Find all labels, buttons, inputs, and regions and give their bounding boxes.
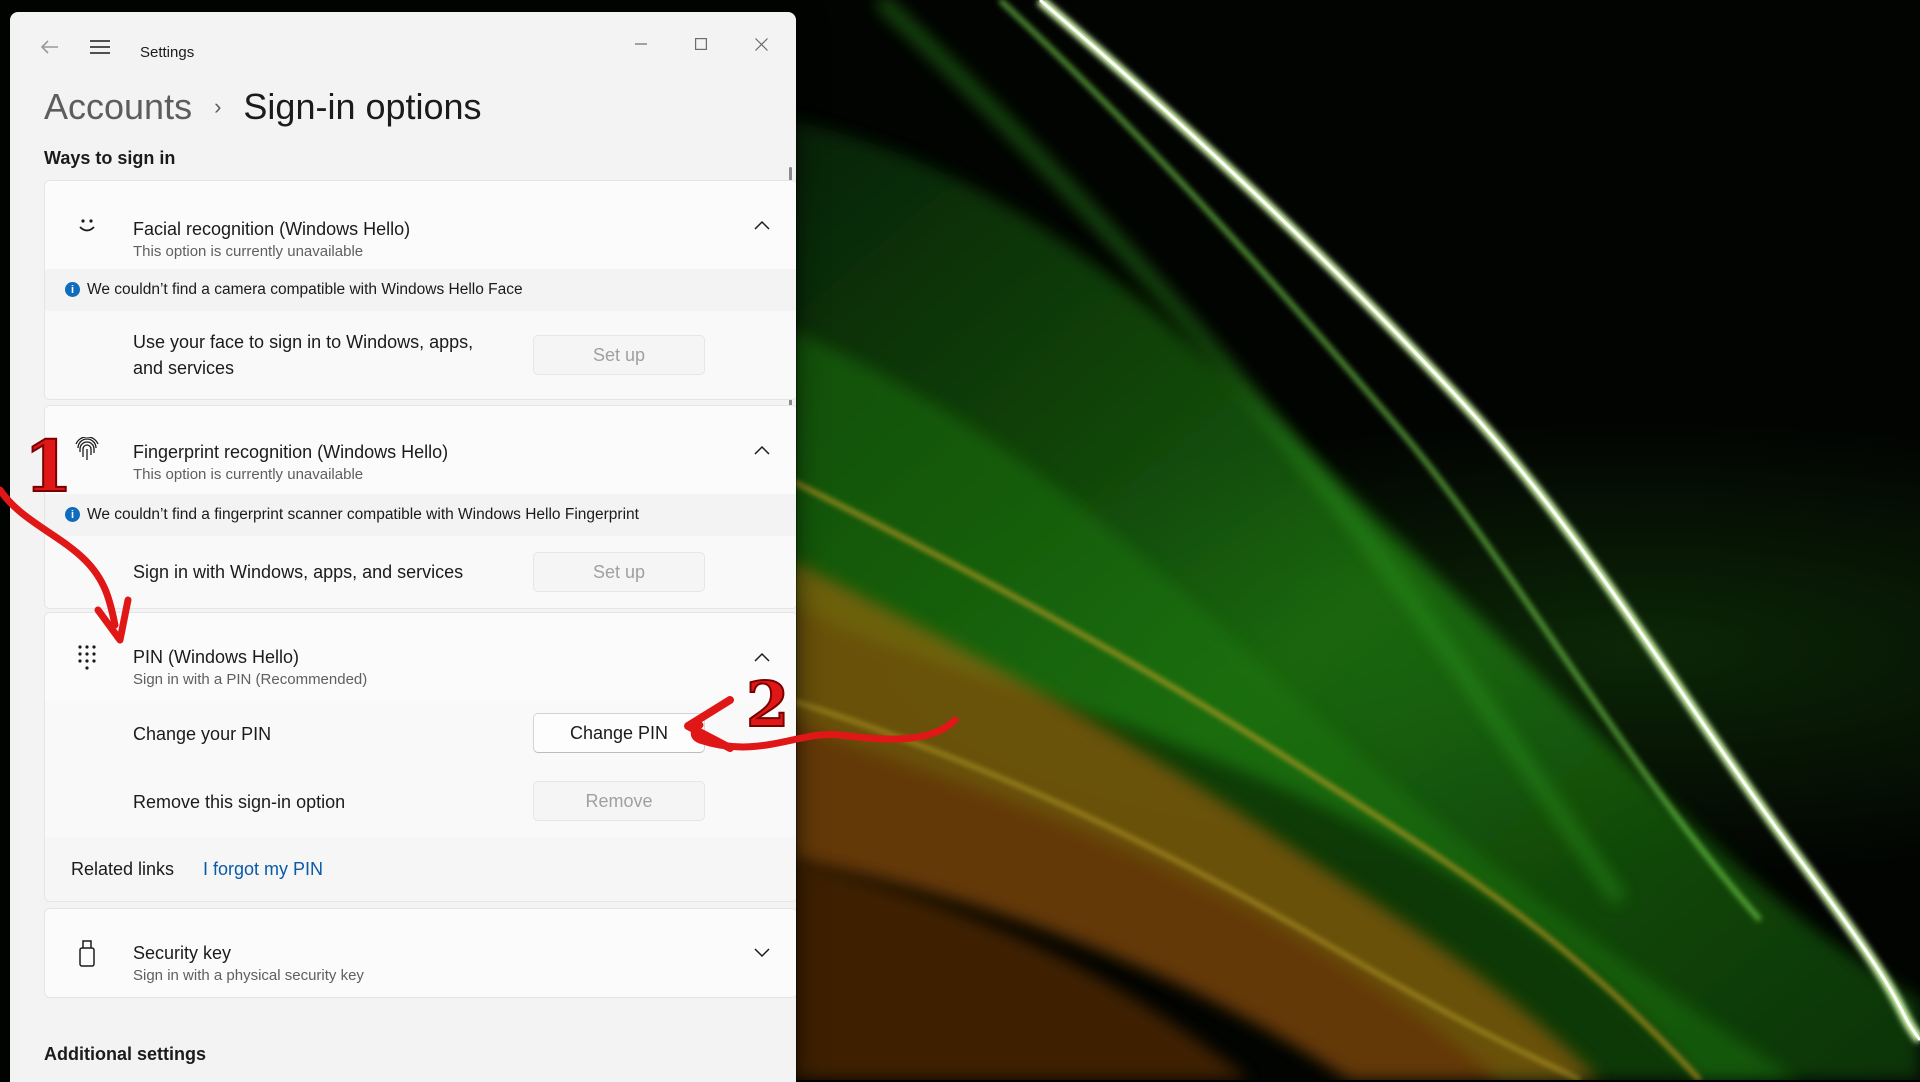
related-links-row: Related links I forgot my PIN — [45, 837, 796, 901]
window-title: Settings — [140, 44, 195, 61]
facial-setup-row: Use your face to sign in to Windows, app… — [45, 311, 796, 399]
breadcrumb-chevron-icon: › — [214, 94, 222, 119]
remove-pin-button[interactable]: Remove — [533, 781, 705, 821]
hamburger-menu-icon[interactable] — [80, 32, 120, 62]
facial-recognition-header[interactable]: Facial recognition (Windows Hello) This … — [45, 181, 796, 270]
facial-recognition-subtitle: This option is currently unavailable — [133, 243, 364, 260]
fingerprint-info-text: We couldn’t find a fingerprint scanner c… — [87, 506, 639, 523]
chevron-up-icon[interactable] — [747, 435, 777, 465]
breadcrumb-accounts[interactable]: Accounts — [44, 86, 192, 128]
change-pin-text: Change your PIN — [133, 724, 272, 744]
chevron-up-icon[interactable] — [747, 210, 777, 240]
usb-key-icon — [67, 933, 107, 973]
fingerprint-recognition-card: Fingerprint recognition (Windows Hello) … — [44, 405, 796, 609]
pin-keypad-icon — [67, 637, 107, 677]
facial-setup-text-line1: Use your face to sign in to Windows, app… — [133, 332, 474, 352]
pin-title: PIN (Windows Hello) — [133, 647, 300, 667]
change-pin-row: Change your PIN Change PIN — [45, 701, 796, 767]
fingerprint-setup-row: Sign in with Windows, apps, and services… — [45, 536, 796, 608]
maximize-button[interactable] — [678, 26, 724, 62]
minimize-button[interactable] — [618, 26, 664, 62]
chevron-up-icon[interactable] — [747, 642, 777, 672]
additional-settings-heading: Additional settings — [44, 1044, 206, 1064]
page-title: Sign-in options — [243, 86, 482, 127]
facial-setup-button[interactable]: Set up — [533, 335, 705, 375]
security-key-card[interactable]: Security key Sign in with a physical sec… — [44, 908, 796, 998]
security-key-subtitle: Sign in with a physical security key — [133, 967, 364, 984]
change-pin-button[interactable]: Change PIN — [533, 713, 705, 753]
remove-pin-row: Remove this sign-in option Remove — [45, 767, 796, 838]
pin-card: PIN (Windows Hello) Sign in with a PIN (… — [44, 612, 796, 902]
info-icon: i — [65, 282, 80, 297]
back-arrow-icon[interactable] — [30, 32, 70, 62]
facial-recognition-title: Facial recognition (Windows Hello) — [133, 219, 411, 239]
ways-to-sign-in-heading: Ways to sign in — [44, 148, 176, 168]
facial-setup-text-line2: and services — [133, 358, 235, 378]
fingerprint-setup-text: Sign in with Windows, apps, and services — [133, 562, 464, 582]
related-links-label: Related links — [71, 859, 175, 879]
breadcrumb: Accounts › Sign-in options — [44, 82, 482, 132]
fingerprint-recognition-subtitle: This option is currently unavailable — [133, 466, 364, 483]
face-icon — [67, 205, 107, 245]
security-key-title: Security key — [133, 943, 232, 963]
fingerprint-info-bar: i We couldn’t find a fingerprint scanner… — [45, 494, 796, 537]
pin-subtitle: Sign in with a PIN (Recommended) — [133, 671, 368, 688]
fingerprint-setup-button[interactable]: Set up — [533, 552, 705, 592]
facial-info-bar: i We couldn’t find a camera compatible w… — [45, 269, 796, 312]
pin-header[interactable]: PIN (Windows Hello) Sign in with a PIN (… — [45, 613, 796, 702]
fingerprint-recognition-header[interactable]: Fingerprint recognition (Windows Hello) … — [45, 406, 796, 495]
remove-pin-text: Remove this sign-in option — [133, 792, 346, 812]
facial-setup-text: Use your face to sign in to Windows, app… — [133, 329, 473, 381]
close-button[interactable] — [738, 26, 784, 62]
info-icon: i — [65, 507, 80, 522]
chevron-down-icon[interactable] — [747, 938, 777, 968]
fingerprint-recognition-title: Fingerprint recognition (Windows Hello) — [133, 442, 449, 462]
title-bar: Settings — [10, 12, 796, 74]
settings-window: Settings Accounts › Sign-in options Ways… — [10, 12, 796, 1082]
fingerprint-icon — [67, 430, 107, 470]
forgot-pin-link[interactable]: I forgot my PIN — [203, 859, 323, 880]
facial-recognition-card: Facial recognition (Windows Hello) This … — [44, 180, 796, 400]
facial-info-text: We couldn’t find a camera compatible wit… — [87, 281, 523, 298]
